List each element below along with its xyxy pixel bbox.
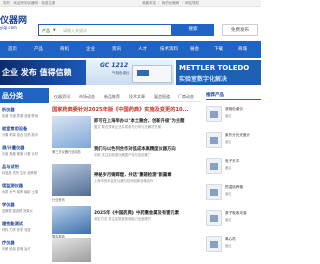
tab-new-products[interactable]: 新品推荐 (104, 94, 120, 100)
list-item[interactable]: 神秘岁月铸辉煌，共话"重磅检测"新篇章 上海市资本会在仪器与检测创新领域合作 (94, 172, 200, 184)
article-desc: 图文 联合多家企业共同参与分享行业解决方案 (94, 125, 161, 129)
thumbnail-caption[interactable]: 行业资讯 (52, 197, 65, 202)
category-sub[interactable]: 诊断 检验 影像 治疗 (2, 246, 31, 251)
nav-item[interactable]: 技术资料 (160, 46, 178, 52)
product-name[interactable]: 电子天平 (225, 159, 239, 164)
nav-item[interactable]: 资讯 (112, 46, 121, 52)
nav-item[interactable]: 企业 (86, 46, 95, 52)
logo-url: yiqi.com (0, 25, 17, 30)
news-tabs: 仪器资讯 市场动态 新品推荐 技术文章 展会报道 厂商动态 (52, 92, 200, 102)
nav-item[interactable]: 首页 (8, 46, 17, 52)
nav-item[interactable]: 商机 (60, 46, 69, 52)
search-box[interactable]: 产品 ▼ 请输入关键词 (38, 24, 172, 36)
product-name[interactable]: 恒温培养箱 (225, 185, 243, 190)
news-thumbnail[interactable] (52, 206, 91, 234)
banner-middle-sub: 气相色谱仪 (112, 71, 130, 75)
tab-news[interactable]: 仪器资讯 (54, 94, 70, 100)
news-thumbnail[interactable] (52, 116, 91, 148)
product-price: 面议 (225, 140, 232, 144)
category-sub[interactable]: 分离 称量 混合 加热 制冷 (2, 132, 38, 137)
banner-right-sub: 实验室数字化解决 (179, 76, 228, 83)
article-title[interactable]: 神秘岁月铸辉煌，共话"重磅检测"新篇章 (94, 172, 200, 178)
category-sub[interactable]: 标准品 试剂 生化 培养基 (2, 170, 37, 175)
product-name[interactable]: 紫外分光光度计 (225, 133, 250, 138)
product-price: 面议 (225, 192, 232, 196)
site-logo[interactable]: 仪器网 yiqi.com (0, 7, 40, 37)
tab-tech[interactable]: 技术文章 (129, 94, 145, 100)
article-title[interactable]: 即可在上海举办以"本土融合，创新升级"为主题 (94, 118, 200, 124)
top-links[interactable]: 收藏本站 ｜ 我的仪器网 ｜ 网站导航 (142, 1, 199, 6)
product-price: 面议 (225, 166, 232, 170)
article-desc: 测定方法 关注实验室检测能力全面提升 (94, 217, 152, 221)
ad-banner-left[interactable]: 企业 发布 值得信赖 (0, 60, 86, 85)
product-name[interactable]: 原子吸收光谱 (225, 211, 247, 216)
nav-item[interactable]: 人才 (138, 46, 147, 52)
nav-item[interactable]: 展会 (190, 46, 199, 52)
product-price: 面议 (225, 114, 232, 118)
category-sub[interactable]: 水质 大气 噪声 辐射 土壤 (2, 189, 38, 194)
article-desc: 上海市资本会在仪器与检测创新领域合作 (94, 179, 154, 183)
product-column: 推荐产品 液相色谱仪 面议 紫外分光光度计 面议 电子天平 面议 恒温培养箱 面… (206, 88, 261, 264)
product-item[interactable]: 离心机 面议 (206, 234, 261, 264)
publish-button[interactable]: 免费发布 (222, 24, 258, 36)
list-item[interactable]: 即可在上海举办以"本土融合，创新升级"为主题 图文 联合多家企业共同参与分享行业… (94, 118, 200, 130)
tab-market[interactable]: 市场动态 (79, 94, 95, 100)
nav-item[interactable]: 产品 (34, 46, 43, 52)
sidebar-title: 品分类 (2, 92, 23, 100)
chevron-down-icon: ▼ (53, 28, 56, 32)
tab-vendors[interactable]: 厂商动态 (178, 94, 194, 100)
ad-banner-middle[interactable]: GC 1212 气相色谱仪 (86, 60, 174, 85)
product-image[interactable] (206, 184, 222, 200)
article-title[interactable]: 2025年《中国药典》中药重金属及有害元素 (94, 210, 200, 216)
category-sub[interactable]: 长度 角度 硬度 计数 计时 (2, 151, 38, 156)
category-sub[interactable]: 显微镜 望远镜 测量仪 (2, 208, 33, 213)
banner-right-title: METTLER TOLEDO (179, 64, 250, 72)
product-name[interactable]: 离心机 (225, 237, 236, 242)
banner-middle-title: GC 1212 (100, 62, 129, 69)
banner-left-text: 企业 发布 值得信赖 (2, 68, 72, 77)
nav-item[interactable]: 下载 (214, 46, 223, 52)
list-item[interactable]: 我们与以色列合作对低成本高精度仪器方向 中欧 关注实验室仪器国产化与应用推广 (94, 146, 200, 158)
category-sub[interactable]: 材料 力学 热学 流变 (2, 227, 31, 232)
product-column-title: 推荐产品 (206, 93, 224, 98)
welcome-text: 您好，欢迎来到仪器网 · 免费注册 (3, 1, 56, 5)
product-image[interactable] (206, 158, 222, 174)
product-image[interactable] (206, 106, 222, 122)
nav-item[interactable]: 商城 (238, 46, 247, 52)
product-image[interactable] (206, 210, 222, 226)
product-image[interactable] (206, 132, 222, 148)
article-desc: 中欧 关注实验室仪器国产化与应用推广 (94, 153, 152, 157)
thumbnail-caption[interactable]: 第三方仪器行业动态 (52, 149, 81, 154)
product-price: 面议 (225, 244, 232, 248)
news-thumbnail[interactable] (52, 164, 91, 196)
product-image[interactable] (206, 236, 222, 252)
product-price: 面议 (225, 218, 232, 222)
main-nav: 首页 产品 商机 企业 资讯 人才 技术资料 展会 下载 商城 (0, 41, 261, 58)
headline-link[interactable]: 国家药典委针对2025年版《中国药典》实施及变更的10... (52, 106, 189, 113)
product-name[interactable]: 液相色谱仪 (225, 107, 243, 112)
search-button[interactable]: 搜索 (172, 24, 214, 36)
news-center: 仪器资讯 市场动态 新品推荐 技术文章 展会报道 厂商动态 国家药典委针对202… (52, 88, 200, 264)
category-sub[interactable]: 色谱 光谱 质谱 波谱 联用 (2, 113, 38, 118)
sidebar-header: 品分类 (0, 88, 49, 103)
ad-banner-right[interactable]: METTLER TOLEDO 实验室数字化解决 (176, 60, 261, 85)
top-bar: 您好，欢迎来到仪器网 · 免费注册 收藏本站 ｜ 我的仪器网 ｜ 网站导航 (0, 0, 261, 7)
search-input[interactable]: 请输入关键词 (63, 28, 87, 34)
product-column-header: 推荐产品 (206, 90, 261, 100)
article-title[interactable]: 我们与以色列合作对低成本高精度仪器方向 (94, 146, 200, 152)
news-thumbnail[interactable] (52, 238, 91, 262)
tab-exhibition[interactable]: 展会报道 (154, 94, 170, 100)
instrument-image (132, 65, 172, 83)
search-category-select[interactable]: 产品 (42, 28, 50, 34)
category-sidebar: 品分类 析仪器 色谱 光谱 质谱 波谱 联用 验室常用设备 分离 称量 混合 加… (0, 88, 49, 264)
list-item[interactable]: 2025年《中国药典》中药重金属及有害元素 测定方法 关注实验室检测能力全面提升 (94, 210, 200, 222)
